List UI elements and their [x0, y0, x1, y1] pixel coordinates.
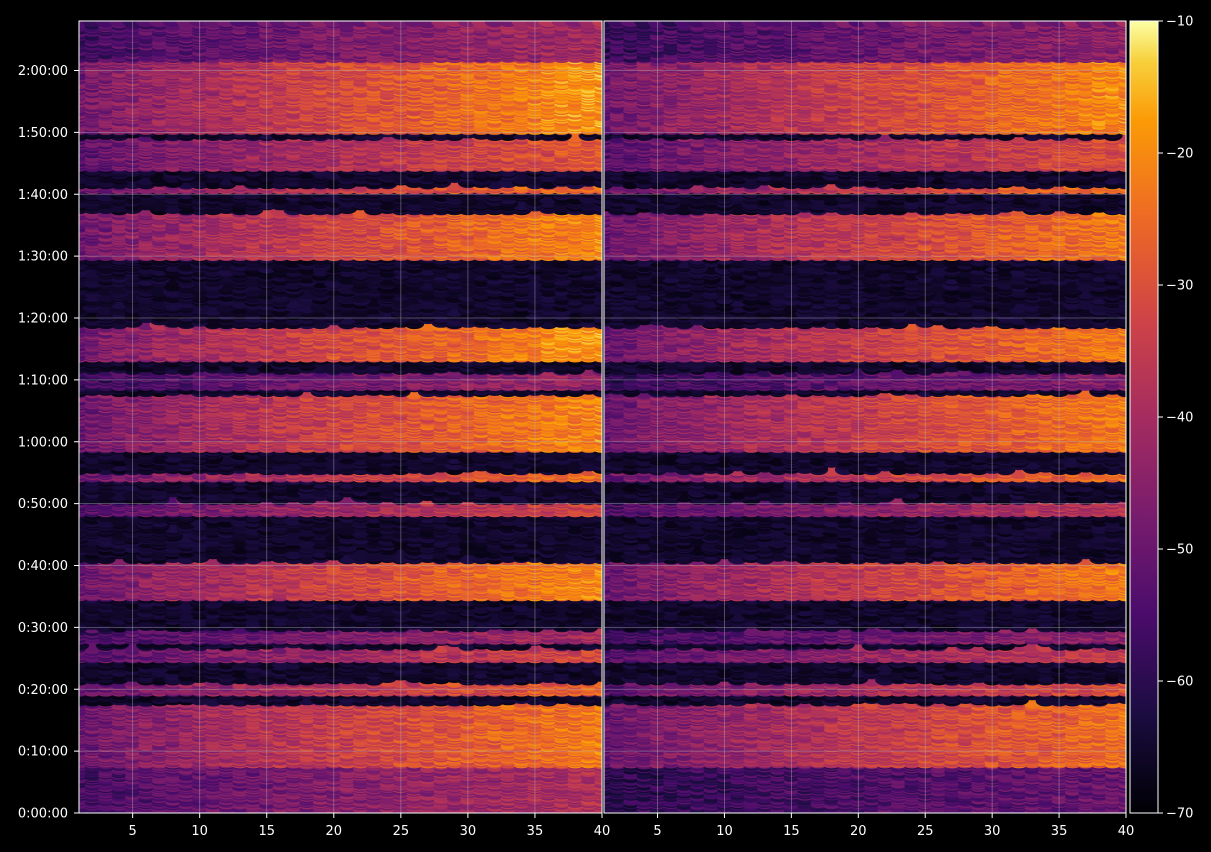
heatmap-panel-left [79, 21, 602, 813]
heatmap-chart: 0:00:00 0:10:00 0:20:00 0:30:00 0:40:00 … [18, 15, 1194, 840]
heatmap-figure: 0:00:00 0:10:00 0:20:00 0:30:00 0:40:00 … [0, 0, 1211, 852]
